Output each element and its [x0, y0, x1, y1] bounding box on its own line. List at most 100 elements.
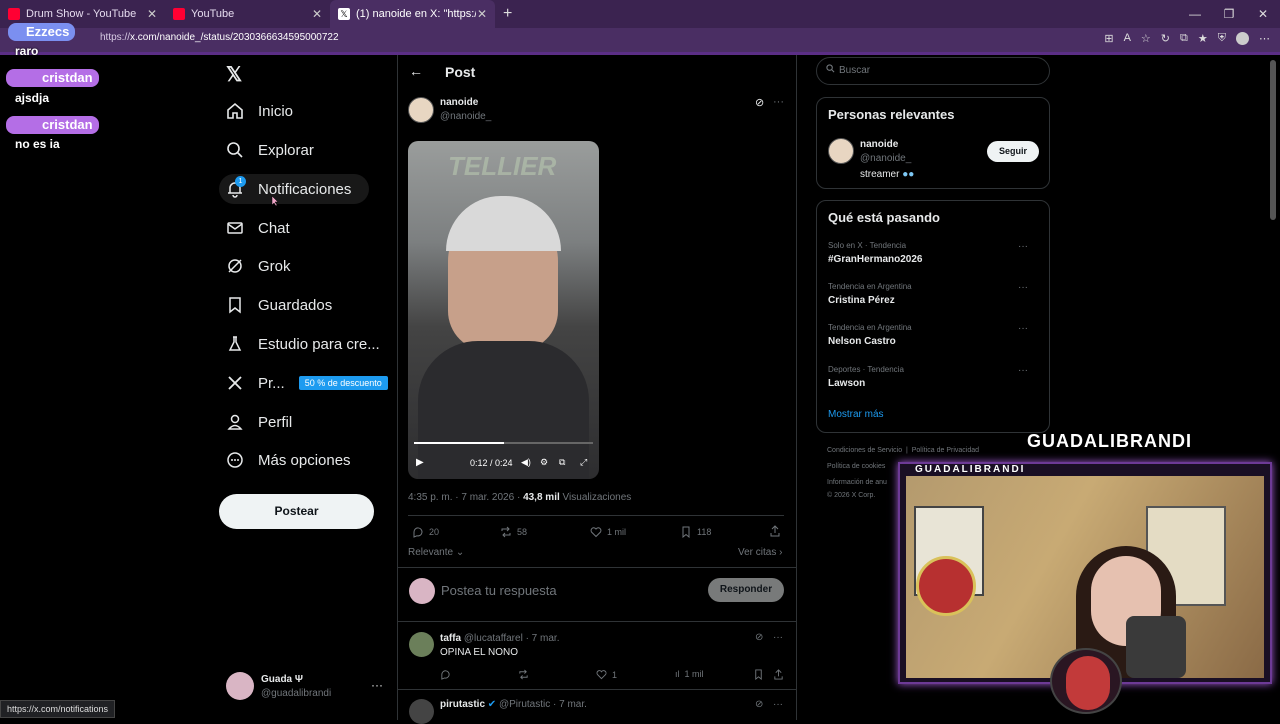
avatar[interactable] [828, 138, 854, 164]
play-icon[interactable]: ▶ [416, 457, 424, 468]
extensions-icon[interactable]: ⧉ [1180, 32, 1188, 45]
trend-item[interactable]: Solo en X · Tendencia #GranHermano2026 ·… [828, 241, 1038, 265]
bell-icon: 1 [226, 176, 246, 198]
refresh-icon[interactable]: ↻ [1161, 32, 1170, 45]
url-field[interactable]: https://x.com/nanoide_/status/2030366634… [100, 32, 339, 43]
nav-more[interactable]: Más opciones [226, 445, 351, 475]
back-arrow-icon[interactable]: ← [409, 63, 423, 79]
mail-icon [226, 219, 244, 237]
more-icon[interactable]: ··· [1018, 282, 1028, 293]
nav-explore[interactable]: Explorar [226, 135, 314, 165]
fullscreen-icon[interactable]: ⤢ [580, 457, 587, 468]
favorites-icon[interactable]: ★ [1198, 32, 1208, 45]
menu-icon[interactable]: ⋯ [1259, 32, 1270, 45]
share-button[interactable] [773, 669, 789, 680]
card-title: Personas relevantes [828, 107, 955, 122]
star-icon[interactable]: ☆ [1141, 32, 1151, 45]
tab-title: (1) nanoide en X: "https://t.co/mYU [356, 8, 476, 20]
view-quotes-link[interactable]: Ver citas › [738, 547, 782, 558]
more-icon[interactable]: ··· [1018, 241, 1028, 252]
show-more-link[interactable]: Mostrar más [828, 409, 884, 420]
views-button[interactable]: ıl 1 mil [675, 669, 704, 679]
avatar[interactable] [409, 699, 434, 724]
trend-category: Deportes · Tendencia [828, 365, 904, 374]
sort-dropdown[interactable]: Relevante ⌄ [408, 547, 464, 558]
more-icon[interactable]: ··· [773, 632, 783, 643]
nav-creator-studio[interactable]: Estudio para cre... [226, 329, 380, 359]
grok-icon[interactable]: ⊘ [755, 699, 763, 710]
avatar[interactable] [1236, 32, 1249, 45]
read-aloud-icon[interactable]: A [1124, 32, 1131, 45]
grok-icon[interactable]: ⊘ [755, 632, 763, 643]
footer-link-cookies[interactable]: Política de cookies [827, 463, 885, 470]
follow-button[interactable]: Seguir [987, 141, 1039, 162]
repost-button[interactable]: 58 [500, 526, 527, 538]
nav-label: Guardados [258, 296, 333, 314]
video-progress-fill [414, 442, 504, 444]
avatar[interactable] [409, 632, 434, 657]
author-handle[interactable]: @nanoide_ [440, 111, 491, 122]
bookmark-button[interactable] [753, 669, 769, 680]
minimize-icon[interactable]: — [1178, 0, 1212, 28]
nav-profile[interactable]: Perfil [226, 407, 292, 437]
close-icon[interactable]: ✕ [147, 7, 157, 21]
nav-grok[interactable]: Grok [226, 251, 291, 281]
author-name[interactable]: nanoide [440, 97, 478, 108]
person-name[interactable]: nanoide [860, 139, 898, 150]
grok-icon[interactable]: ⊘ [755, 96, 764, 109]
trend-item[interactable]: Tendencia en Argentina Nelson Castro ··· [828, 323, 1038, 347]
reply-input[interactable]: Postea tu respuesta [441, 583, 557, 598]
nav-bookmarks[interactable]: Guardados [226, 290, 332, 320]
reply-author[interactable]: pirutastic [440, 699, 485, 710]
heart-icon [596, 670, 607, 680]
nav-notifications[interactable]: 1 Notificaciones [219, 174, 370, 204]
post-button[interactable]: Postear [219, 494, 374, 529]
search-input[interactable]: Buscar [816, 57, 1050, 85]
post-timestamp[interactable]: 4:35 p. m. · 7 mar. 2026 · [408, 492, 523, 503]
close-icon[interactable]: ✕ [312, 7, 322, 21]
more-icon[interactable]: ··· [371, 678, 383, 692]
settings-icon[interactable]: ⚙ [540, 457, 548, 468]
reply-button[interactable]: 20 [412, 526, 439, 538]
like-button[interactable]: 1 mil [590, 526, 626, 538]
close-window-icon[interactable]: ✕ [1246, 0, 1280, 28]
bookmark-button[interactable]: 118 [680, 526, 711, 538]
reply-button[interactable] [440, 669, 456, 680]
share-button[interactable] [769, 525, 786, 537]
more-icon[interactable]: ··· [773, 96, 784, 108]
more-icon[interactable]: ··· [773, 699, 783, 710]
footer-link-terms[interactable]: Condiciones de Servicio [827, 447, 902, 454]
close-icon[interactable]: ✕ [477, 7, 487, 21]
trend-item[interactable]: Deportes · Tendencia Lawson ··· [828, 365, 1038, 389]
youtube-icon [8, 8, 20, 20]
footer-link-privacy[interactable]: Política de Privacidad [912, 447, 979, 454]
repost-button[interactable] [518, 669, 534, 680]
person-handle[interactable]: @nanoide_ [860, 153, 911, 164]
x-logo-icon[interactable]: 𝕏 [226, 62, 242, 87]
volume-icon[interactable]: ◀) [521, 457, 531, 468]
trend-item[interactable]: Tendencia en Argentina Cristina Pérez ··… [828, 282, 1038, 306]
nav-home[interactable]: Inicio [226, 96, 293, 126]
account-switcher[interactable]: Guada Ψ @guadalibrandi ··· [226, 672, 386, 702]
video-player[interactable]: TELLIER ▶ 0:12 / 0:24 ◀) ⚙ ⧉ ⤢ [408, 141, 599, 479]
more-icon[interactable]: ··· [1018, 365, 1028, 376]
video-progress-track[interactable] [414, 442, 593, 444]
more-icon[interactable]: ··· [1018, 323, 1028, 334]
reply-submit-button[interactable]: Responder [708, 578, 784, 602]
like-button[interactable]: 1 [596, 669, 617, 680]
reply-author[interactable]: taffa [440, 633, 461, 644]
nav-premium[interactable]: Pr... 50 % de descuento [226, 368, 388, 398]
install-icon[interactable]: ⊞ [1104, 32, 1113, 45]
tab-x-post[interactable]: 𝕏 (1) nanoide en X: "https://t.co/mYU ✕ [330, 0, 495, 28]
restore-icon[interactable]: ❐ [1212, 0, 1246, 28]
footer-link-ads[interactable]: Información de anu [827, 479, 887, 486]
pip-icon[interactable]: ⧉ [559, 457, 565, 468]
author-avatar[interactable] [408, 97, 434, 123]
scrollbar[interactable] [1270, 60, 1276, 220]
nav-chat[interactable]: Chat [226, 213, 290, 243]
webcam-microphone [1126, 616, 1186, 678]
new-tab-icon[interactable]: + [503, 5, 512, 23]
shield-icon[interactable]: ⛨ [1218, 32, 1226, 45]
tab-youtube[interactable]: YouTube ✕ [165, 0, 330, 28]
share-icon [770, 525, 780, 537]
